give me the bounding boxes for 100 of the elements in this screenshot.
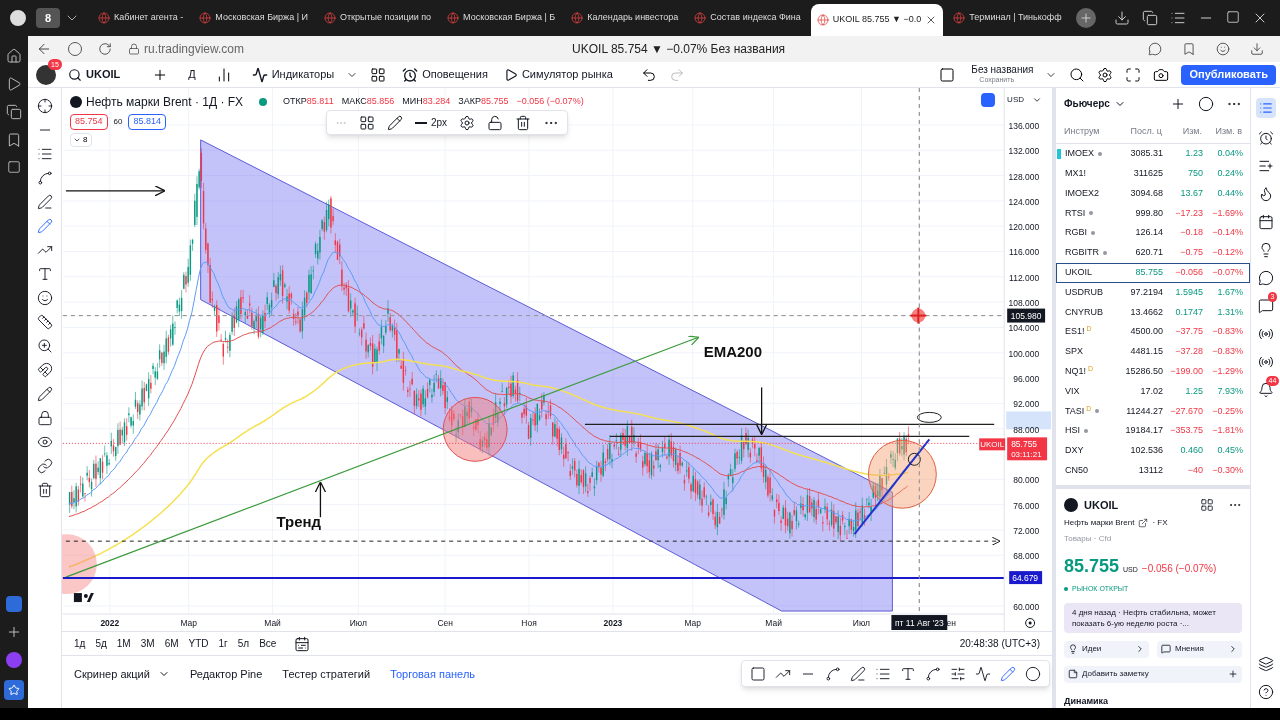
templates-icon[interactable]: [359, 114, 375, 131]
path-icon[interactable]: [975, 665, 991, 682]
app-icon[interactable]: [6, 596, 22, 612]
range-button[interactable]: 5л: [237, 636, 250, 651]
download-icon[interactable]: [1114, 10, 1130, 26]
publish-button[interactable]: Опубликовать: [1181, 64, 1276, 85]
ask-price[interactable]: 85.814: [128, 114, 166, 130]
watchlist-row[interactable]: SPX 4481.15 −37.28 −0.83%: [1056, 342, 1250, 362]
brush-icon[interactable]: [36, 218, 53, 234]
browser-tab[interactable]: UKOIL 85.755 ▼ −0.0: [810, 4, 944, 36]
watchlist-row[interactable]: IMOEX2 3094.68 13.67 0.44%: [1056, 183, 1250, 204]
news-card[interactable]: 4 дня назад · Нефть стабильна, может показать 6-ую неделю роста ·...: [1064, 602, 1242, 633]
watchlist-row[interactable]: HSI 19184.17 −353.75 −1.81%: [1056, 421, 1250, 441]
back-icon[interactable]: [36, 41, 52, 57]
unlock-icon[interactable]: [487, 114, 504, 131]
message-icon[interactable]: [1257, 298, 1274, 314]
range-button[interactable]: 3М: [140, 636, 155, 651]
highlight-circle[interactable]: [867, 439, 937, 509]
alarm-clock-icon[interactable]: [1257, 130, 1274, 146]
watchlist-row[interactable]: CN50 13112 −40 −0.30%: [1056, 460, 1250, 481]
watchlist-row[interactable]: UKOIL 85.755 −0.056 −0.07%: [1056, 262, 1250, 283]
ellipse-drawing[interactable]: [916, 411, 942, 423]
column-header[interactable]: Посл. ц: [1118, 124, 1162, 138]
range-button[interactable]: 5д: [95, 636, 107, 651]
watchlist-row[interactable]: MX1! 311625 750 0.24%: [1056, 163, 1250, 184]
watchlist-row[interactable]: IMOEX 3085.31 1.23 0.04%: [1056, 144, 1250, 164]
opinions-button[interactable]: Мнения: [1157, 640, 1242, 658]
pointer-arrow[interactable]: [755, 386, 768, 436]
settings-icon[interactable]: [459, 114, 476, 131]
circle-drawing[interactable]: [907, 452, 921, 466]
symbol-search[interactable]: UKOIL: [68, 66, 121, 83]
watchlist-row[interactable]: RGBI 126.14 −0.18 −0.14%: [1056, 223, 1250, 244]
profile-count-button[interactable]: 8: [36, 8, 60, 28]
new-tab-button[interactable]: [1075, 8, 1096, 28]
bookmark-icon[interactable]: [1182, 42, 1196, 56]
templates-icon[interactable]: [370, 66, 387, 83]
browser-tab[interactable]: Открытые позиции по: [317, 2, 438, 34]
horizontal-line[interactable]: [609, 435, 970, 437]
tabs-icon[interactable]: [1142, 10, 1158, 26]
browser-tab[interactable]: Кабинет агента -: [92, 2, 190, 34]
text-icon[interactable]: [36, 266, 53, 282]
browser-tab[interactable]: Терминал | Тинькофф: [947, 2, 1068, 34]
chart-annotation[interactable]: Тренд: [276, 513, 322, 531]
interval-button[interactable]: Д: [180, 66, 204, 83]
panel-tab[interactable]: Редактор Pine: [189, 666, 263, 683]
settings-icon[interactable]: [1097, 66, 1114, 83]
column-header[interactable]: Изм.: [1162, 124, 1202, 138]
undo-icon[interactable]: [640, 66, 657, 83]
bookmark-icon[interactable]: [6, 132, 22, 148]
horizontal-line[interactable]: [584, 423, 995, 426]
maximize-icon[interactable]: [1226, 10, 1240, 24]
levels-icon[interactable]: [950, 665, 966, 682]
calendar-icon[interactable]: [294, 635, 311, 652]
dashed-arrow[interactable]: [65, 536, 1001, 546]
column-header[interactable]: Изм. в: [1202, 124, 1242, 138]
broadcast-icon[interactable]: [1257, 326, 1274, 342]
range-button[interactable]: 1М: [116, 636, 131, 651]
zoom-icon[interactable]: [36, 338, 53, 354]
calendar-icon[interactable]: [1257, 214, 1274, 230]
list-icon[interactable]: [1257, 158, 1274, 174]
watchlist-row[interactable]: RGBITR 620.71 −0.75 −0.12%: [1056, 243, 1250, 263]
profile-avatar[interactable]: [8, 8, 28, 28]
browser-tab[interactable]: Московская Биржа | Б: [441, 2, 562, 34]
fullscreen-icon[interactable]: [1125, 66, 1142, 83]
rectangle-icon[interactable]: [750, 665, 766, 682]
range-button[interactable]: YTD: [188, 636, 209, 651]
home-icon[interactable]: [6, 48, 22, 64]
circle-icon[interactable]: [1025, 665, 1041, 682]
layout-name[interactable]: Без названия: [971, 64, 1034, 75]
alerts-button[interactable]: Оповещения: [402, 66, 488, 83]
brush-icon[interactable]: [1000, 665, 1016, 682]
quick-search-icon[interactable]: [1069, 66, 1086, 83]
layout-icon[interactable]: [939, 66, 956, 83]
watchlist-title[interactable]: Фьючерс: [1064, 96, 1126, 112]
ruler-icon[interactable]: [36, 314, 53, 330]
watchlist-row[interactable]: USDRUB 97.2194 1.5945 1.67%: [1056, 282, 1250, 303]
range-button[interactable]: 1г: [218, 636, 228, 651]
browser-tab[interactable]: Состав индекса Фина: [688, 2, 807, 34]
watchlist-row[interactable]: RTSI 999.80 −17.23 −1.69%: [1056, 203, 1250, 224]
chart-annotation[interactable]: EMA200: [703, 343, 762, 361]
bid-price[interactable]: 85.754: [70, 114, 108, 130]
trash-icon[interactable]: [36, 482, 53, 498]
watchlist-row[interactable]: CNYRUB 13.4662 0.1747 1.31%: [1056, 302, 1250, 323]
extension-icon[interactable]: [1216, 42, 1230, 56]
pen-icon[interactable]: [387, 114, 403, 131]
pointer-arrow[interactable]: [314, 481, 327, 518]
chat-icon[interactable]: [1257, 270, 1274, 286]
watchlist-row[interactable]: DXY 102.536 0.460 0.45%: [1056, 441, 1250, 461]
pointer-arrow[interactable]: [65, 184, 166, 197]
menu-icon[interactable]: [1170, 10, 1186, 26]
replay-button[interactable]: Симулятор рынка: [503, 66, 613, 83]
currency-dropdown[interactable]: USD: [1003, 94, 1046, 106]
lock-icon[interactable]: [36, 410, 53, 426]
crosshair-icon[interactable]: [36, 98, 53, 114]
grid-icon[interactable]: [1200, 497, 1214, 512]
eye-icon[interactable]: [36, 434, 53, 450]
play-icon[interactable]: [6, 76, 22, 92]
watchlist-row[interactable]: VIX 17.02 1.25 7.93%: [1056, 381, 1250, 402]
url-text[interactable]: ru.tradingview.com: [144, 40, 245, 58]
lines-icon[interactable]: [36, 146, 53, 162]
